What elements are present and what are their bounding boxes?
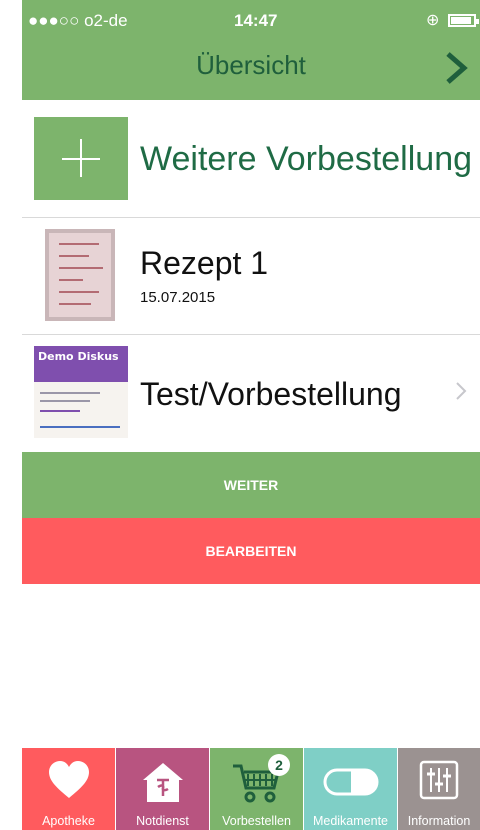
tab-information[interactable]: Information xyxy=(398,748,480,830)
battery-icon xyxy=(448,14,479,27)
top-bar: ●●●○○ o2-de 14:47 ⊕ Übersicht xyxy=(22,0,480,100)
thumbnail-brand: Demo Diskus xyxy=(38,350,119,363)
tab-label: Information xyxy=(407,814,471,828)
chevron-right-icon[interactable] xyxy=(440,48,472,88)
item-title: Test/Vorbestellung xyxy=(140,376,402,412)
prescription-thumbnail xyxy=(45,229,115,321)
cart-count-badge: 2 xyxy=(268,754,290,776)
page-title: Übersicht xyxy=(196,50,306,80)
status-bar: ●●●○○ o2-de 14:47 ⊕ xyxy=(22,0,480,40)
tab-label: Vorbestellen xyxy=(222,814,291,828)
carrier-label: ●●●○○ o2-de xyxy=(28,11,128,30)
status-time: 14:47 xyxy=(234,11,278,30)
item-title: Rezept 1 xyxy=(140,245,269,281)
tab-notdienst[interactable]: Notdienst xyxy=(116,748,209,830)
tab-label: Apotheke xyxy=(42,814,95,828)
tab-medikamente[interactable]: Medikamente xyxy=(304,748,397,830)
rotation-lock-icon: ⊕ xyxy=(426,12,440,29)
item-date: 15.07.2015 xyxy=(140,289,216,306)
tab-apotheke[interactable]: Apotheke xyxy=(22,748,115,830)
list-item[interactable]: Demo Diskus Test/Vorbestellung xyxy=(22,334,480,451)
list-item[interactable]: Rezept 1 15.07.2015 xyxy=(22,217,480,335)
app-screen: ●●●○○ o2-de 14:47 ⊕ Übersicht Weitere Vo… xyxy=(22,0,480,830)
plus-icon xyxy=(34,117,128,200)
pill-icon xyxy=(323,768,378,796)
weiter-button[interactable]: WEITER xyxy=(22,452,480,518)
product-thumbnail: Demo Diskus xyxy=(34,346,128,438)
disclosure-chevron-icon xyxy=(456,382,467,400)
tab-vorbestellen[interactable]: 2 Vorbestellen xyxy=(210,748,303,830)
tab-label: Medikamente xyxy=(312,814,389,828)
add-order-row[interactable]: Weitere Vorbestellung xyxy=(22,100,480,218)
pharmacy-icon xyxy=(142,763,183,802)
add-order-label: Weitere Vorbestellung xyxy=(140,140,473,178)
heart-icon xyxy=(48,761,89,798)
bearbeiten-button[interactable]: BEARBEITEN xyxy=(22,518,480,584)
tab-bar: Apotheke Notdienst 2 Vorbestellen Medika… xyxy=(22,748,480,830)
sliders-icon xyxy=(419,760,459,800)
tab-label: Notdienst xyxy=(136,814,189,828)
